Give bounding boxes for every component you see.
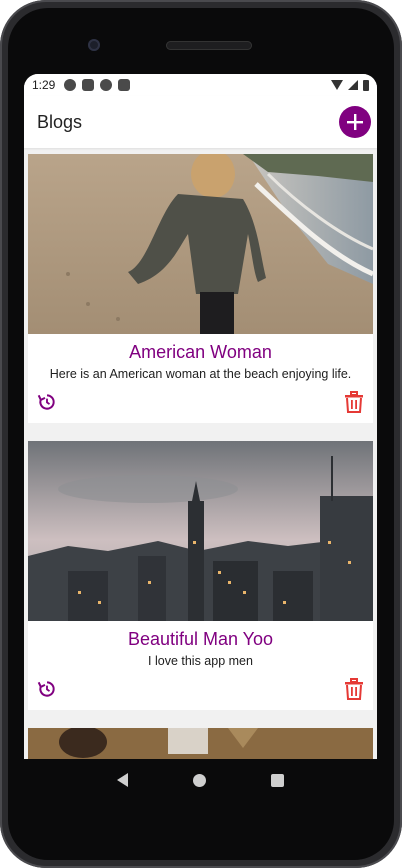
- wifi-icon: [331, 80, 343, 90]
- trash-icon: [345, 391, 363, 413]
- blog-card[interactable]: Beautiful Man Yoo I love this app men: [28, 441, 373, 710]
- woman-on-beach-photo: [28, 154, 373, 334]
- blog-body: Here is an American woman at the beach e…: [49, 367, 352, 381]
- battery-icon: [363, 79, 369, 91]
- sd-card-icon: [118, 79, 131, 91]
- update-button[interactable]: [36, 391, 58, 413]
- blog-title: Beautiful Man Yoo: [127, 629, 274, 649]
- system-nav-bar: [24, 759, 377, 801]
- history-icon: [37, 394, 55, 410]
- card-actions: [28, 669, 373, 710]
- status-right: [331, 79, 369, 91]
- recents-icon[interactable]: [271, 773, 285, 787]
- status-time: 1:29: [32, 78, 56, 92]
- trash-icon: [345, 678, 363, 700]
- blog-card[interactable]: [28, 728, 373, 759]
- front-camera: [88, 39, 100, 51]
- card-actions: [28, 382, 373, 423]
- add-blog-button[interactable]: [339, 106, 371, 138]
- blog-card[interactable]: American Woman Here is an American woman…: [28, 154, 373, 423]
- signal-icon: [348, 80, 358, 90]
- blog-body: I love this app men: [148, 654, 253, 668]
- play-icon: [100, 79, 113, 91]
- update-button[interactable]: [36, 678, 58, 700]
- status-bar: 1:29: [24, 74, 377, 96]
- delete-button[interactable]: [343, 391, 365, 413]
- home-icon[interactable]: [192, 773, 206, 787]
- blog-list: American Woman Here is an American woman…: [24, 148, 377, 759]
- page-title: Blogs: [37, 111, 83, 132]
- a-icon: [82, 79, 95, 91]
- app-screen: 1:29 Blogs American Woman Here is an Ame…: [24, 74, 377, 759]
- plus-icon: [347, 114, 363, 130]
- child-in-grass-photo: [28, 728, 373, 759]
- app-bar: Blogs: [24, 96, 377, 148]
- city-skyline-photo: [28, 441, 373, 621]
- blog-title: American Woman: [129, 342, 272, 362]
- delete-button[interactable]: [343, 678, 365, 700]
- accessibility-icon: [64, 79, 77, 91]
- history-icon: [37, 681, 55, 697]
- back-icon[interactable]: [116, 773, 128, 787]
- earpiece-speaker: [166, 41, 252, 50]
